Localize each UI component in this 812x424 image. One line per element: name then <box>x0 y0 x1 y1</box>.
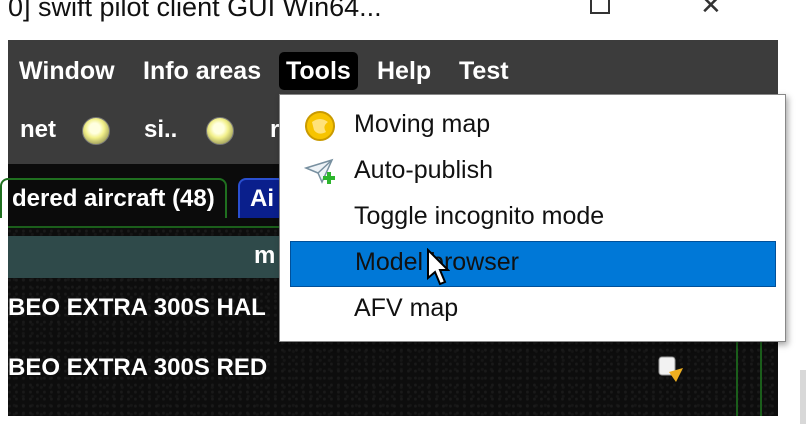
menu-tools[interactable]: Tools <box>279 52 358 90</box>
paper-plane-add-icon <box>304 158 335 184</box>
sim-led-icon <box>206 117 234 145</box>
column-header[interactable]: m <box>254 242 275 270</box>
menu-item-moving-map[interactable]: Moving map <box>290 104 774 148</box>
menu-item-label: AFV map <box>354 294 459 322</box>
menu-item-toggle-incognito[interactable]: Toggle incognito mode <box>290 196 774 240</box>
table-row[interactable]: BEO EXTRA 300S RED <box>8 354 267 382</box>
menu-info-areas[interactable]: Info areas <box>136 52 268 90</box>
maximize-button[interactable] <box>590 0 610 14</box>
menu-item-label: Auto-publish <box>354 156 493 184</box>
model-icon <box>658 356 683 382</box>
menu-test[interactable]: Test <box>452 52 516 90</box>
menu-window[interactable]: Window <box>12 52 122 90</box>
network-status-label: net <box>20 116 56 143</box>
close-button[interactable]: ✕ <box>700 0 722 20</box>
table-row[interactable]: BEO EXTRA 300S HAL <box>8 294 266 322</box>
menu-item-label: Toggle incognito mode <box>354 202 605 230</box>
window-titlebar: 0] swift pilot client GUI Win64... ✕ <box>0 0 812 40</box>
menu-item-auto-publish[interactable]: Auto-publish <box>290 150 774 194</box>
menu-item-afv-map[interactable]: AFV map <box>290 288 774 332</box>
network-led-icon <box>82 117 110 145</box>
mouse-cursor-icon <box>427 248 450 286</box>
menu-bar: Window Info areas Tools Help Test <box>8 40 778 102</box>
tools-dropdown-menu: Moving map Auto-publish Toggle incognito… <box>279 94 786 342</box>
globe-icon <box>305 111 335 141</box>
menu-item-label: Moving map <box>354 110 491 138</box>
window-edge <box>800 370 806 424</box>
third-status-label: r <box>270 116 280 143</box>
menu-help[interactable]: Help <box>370 52 438 90</box>
window-title: 0] swift pilot client GUI Win64... <box>8 0 382 22</box>
menu-item-model-browser[interactable]: Model browser <box>290 241 776 287</box>
sim-status-label: si.. <box>144 116 178 143</box>
tab-rendered-aircraft[interactable]: dered aircraft (48) <box>0 178 227 218</box>
